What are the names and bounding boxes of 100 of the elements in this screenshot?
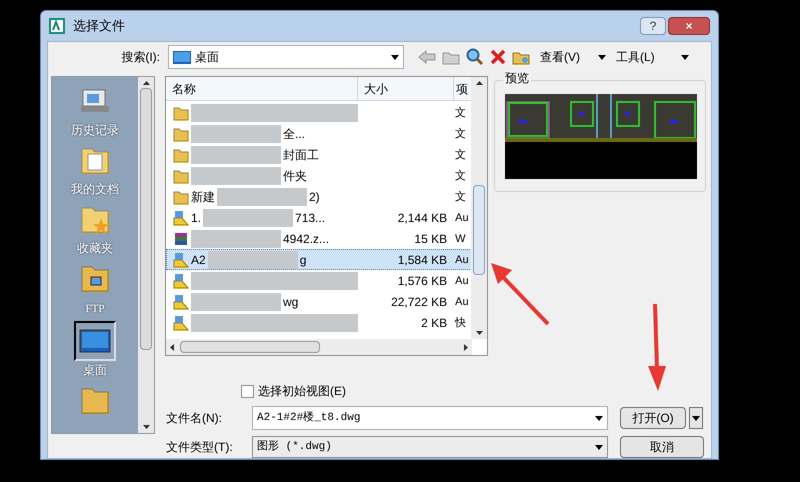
desktop-icon xyxy=(173,50,191,64)
file-type-label: 文件类型(T): xyxy=(166,439,234,456)
dropdown-arrow-icon xyxy=(598,54,606,60)
preview-label: 预览 xyxy=(503,72,531,84)
file-row[interactable]: 1. 713... 2,144 KB Au xyxy=(166,207,472,228)
scroll-down-arrow-icon[interactable] xyxy=(476,331,482,335)
place-label: 历史记录 xyxy=(71,122,119,139)
file-type: W xyxy=(455,233,466,246)
scroll-up-arrow-icon[interactable] xyxy=(142,81,150,85)
file-name-label: 文件名(N): xyxy=(166,410,223,427)
scroll-down-arrow-icon[interactable] xyxy=(142,425,150,429)
file-name: 封面工 xyxy=(283,146,319,164)
drawing-file-icon xyxy=(173,314,189,330)
window-title: 选择文件 xyxy=(73,17,125,36)
file-size: 2,144 KB xyxy=(398,210,448,226)
place-label: 桌面 xyxy=(83,362,107,378)
column-header[interactable]: 名称 xyxy=(166,77,358,100)
file-size: 1,584 KB xyxy=(398,252,448,268)
file-type-dropdown[interactable]: 图形 (*.dwg) xyxy=(252,436,608,458)
file-type: 快 xyxy=(455,317,466,330)
open-options-button[interactable] xyxy=(689,407,703,429)
file-name: 713... xyxy=(295,210,326,226)
folder-icon xyxy=(173,188,189,204)
dropdown-arrow-icon xyxy=(680,54,689,60)
scrollbar-thumb[interactable] xyxy=(473,185,485,275)
file-type: 文 xyxy=(455,149,466,162)
app-icon xyxy=(49,18,65,34)
file-row[interactable]: 全... 文 xyxy=(166,123,472,144)
drawing-file-icon xyxy=(173,210,189,226)
file-name: A2 xyxy=(191,252,206,268)
file-type: 文 xyxy=(455,107,466,120)
file-name: g xyxy=(300,252,306,268)
file-type: 文 xyxy=(455,170,466,182)
file-name: 新建 xyxy=(191,188,215,206)
file-type: Au xyxy=(455,275,469,288)
file-row[interactable]: 4942.z... 15 KB W xyxy=(166,228,472,249)
file-row[interactable]: 新建 2) 文 xyxy=(166,186,472,207)
file-size: 1,576 KB xyxy=(398,272,448,290)
delete-icon[interactable] xyxy=(490,49,506,65)
archive-icon xyxy=(173,230,189,246)
file-type: 文 xyxy=(455,191,466,204)
dropdown-arrow-icon xyxy=(391,54,399,60)
close-button[interactable]: × xyxy=(668,17,710,35)
dropdown-arrow-icon xyxy=(692,416,700,420)
place-label: 收藏夹 xyxy=(77,240,113,257)
file-type: Au xyxy=(455,296,469,308)
vertical-scrollbar[interactable] xyxy=(138,77,154,433)
folder-icon xyxy=(173,146,189,162)
file-row[interactable]: wg 22,722 KB Au xyxy=(166,291,472,312)
search-icon[interactable] xyxy=(466,48,484,66)
checkbox[interactable] xyxy=(241,384,254,398)
location-dropdown[interactable]: 桌面 xyxy=(168,45,404,69)
column-header[interactable]: 项 xyxy=(454,77,472,100)
file-name: 4942.z... xyxy=(283,230,330,248)
dropdown-arrow-icon xyxy=(595,416,603,420)
place-label: FTP xyxy=(86,302,104,317)
scrollbar-thumb[interactable] xyxy=(140,88,152,350)
file-type: Au xyxy=(455,212,469,224)
horizontal-scrollbar[interactable] xyxy=(166,339,472,355)
file-name: 件夹 xyxy=(283,168,307,184)
drawing-file-icon xyxy=(173,252,189,268)
scroll-right-arrow-icon[interactable] xyxy=(464,344,468,350)
file-size: 22,722 KB xyxy=(391,294,448,310)
annotation-arrow xyxy=(490,262,550,326)
place-item[interactable] xyxy=(74,320,116,360)
column-header[interactable]: 大小 xyxy=(358,77,454,100)
tools-menu-button[interactable]: 工具(L) xyxy=(612,48,659,66)
file-row[interactable]: A2 g 1,584 KB Au xyxy=(166,249,472,270)
file-name: wg xyxy=(283,294,298,310)
file-row[interactable]: 1,576 KB Au xyxy=(166,270,472,291)
help-button[interactable]: ? xyxy=(640,17,666,35)
file-type: Au xyxy=(455,254,469,266)
dropdown-arrow-icon xyxy=(595,444,603,450)
scroll-up-arrow-icon[interactable] xyxy=(476,81,482,85)
file-row[interactable]: 封面工 文 xyxy=(166,144,472,165)
cancel-button[interactable]: 取消 xyxy=(620,436,704,458)
drawing-file-icon xyxy=(173,272,189,288)
file-name: 2) xyxy=(309,188,320,206)
file-row[interactable]: 2 KB 快 xyxy=(166,312,472,333)
scroll-left-arrow-icon[interactable] xyxy=(170,344,174,350)
file-name-field[interactable]: A2-1#2#楼_t8.dwg xyxy=(252,406,608,430)
search-label: 搜索(I): xyxy=(120,49,161,66)
drawing-file-icon xyxy=(173,294,189,310)
file-type: 文 xyxy=(455,128,466,140)
open-button[interactable]: 打开(O) xyxy=(620,407,686,429)
file-row[interactable]: 文 xyxy=(166,102,472,123)
view-menu-button[interactable]: 查看(V) xyxy=(536,48,584,66)
file-name: 1. xyxy=(191,210,202,226)
file-row[interactable]: 件夹 文 xyxy=(166,165,472,186)
file-name: 全... xyxy=(283,126,306,142)
place-label: 我的文档 xyxy=(71,181,119,198)
folder-icon xyxy=(173,126,189,142)
file-size: 15 KB xyxy=(414,230,448,248)
scrollbar-thumb[interactable] xyxy=(180,341,320,353)
vertical-scrollbar[interactable] xyxy=(471,77,487,339)
back-icon[interactable] xyxy=(418,49,436,65)
folder-icon xyxy=(173,168,189,184)
checkbox-label: 选择初始视图(E) xyxy=(258,383,346,400)
file-size: 2 KB xyxy=(421,314,448,332)
folder-icon xyxy=(173,104,189,120)
